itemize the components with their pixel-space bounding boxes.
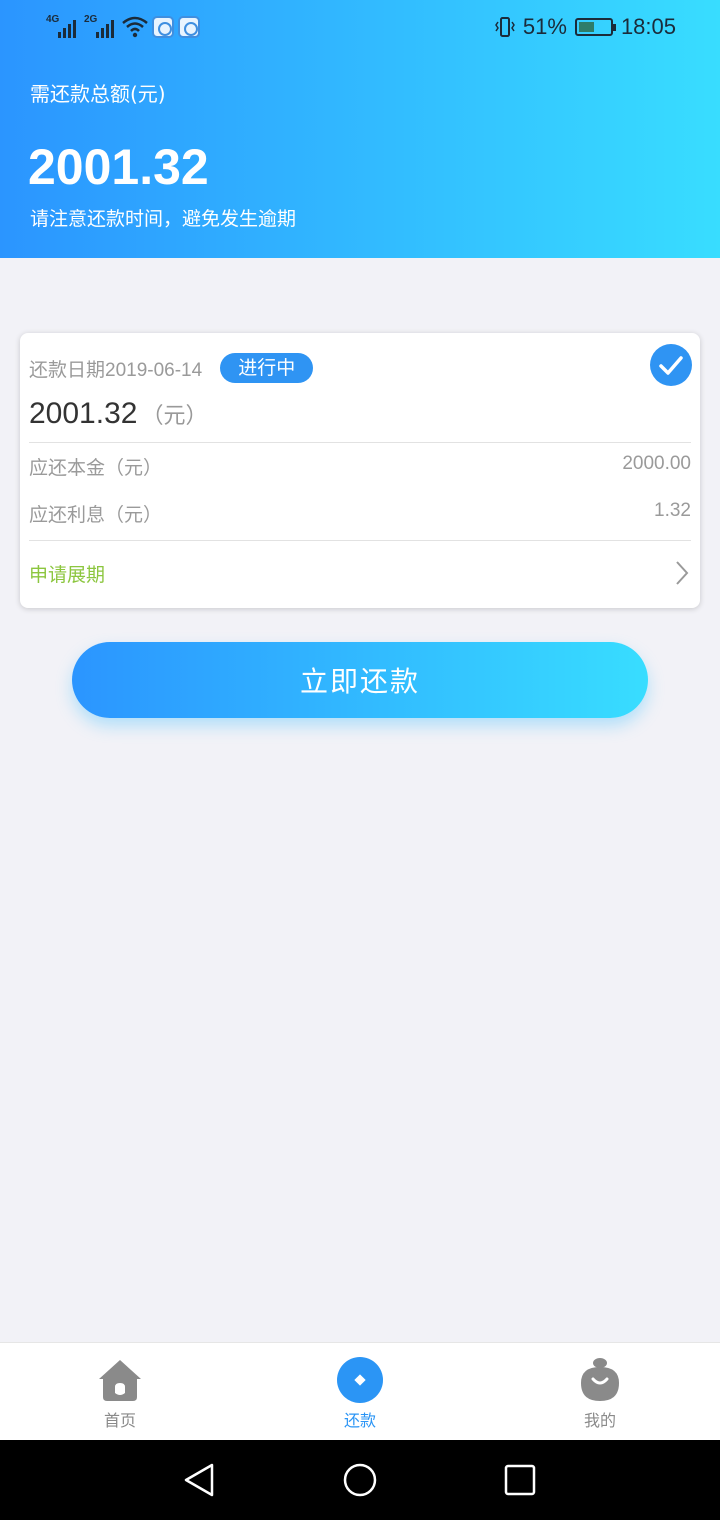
interest-row: 应还利息（元） 1.32 [29,500,691,527]
bottom-tab-bar: 首页 还款 我的 [0,1342,720,1440]
tab-home-label: 首页 [103,1411,136,1430]
clock: 18:05 [620,14,676,39]
tab-mine[interactable]: 我的 [540,1343,660,1441]
total-due-label: 需还款总额(元) [30,82,166,106]
check-icon[interactable] [650,344,692,386]
divider [29,540,691,541]
repay-icon [337,1357,383,1403]
repayment-card: 还款日期2019-06-14 进行中 2001.32 （元） 应还本金（元） 2… [20,333,700,608]
due-date-row: 还款日期2019-06-14 进行中 [29,353,314,383]
chevron-right-icon [676,561,689,585]
due-notice: 请注意还款时间，避免发生逾期 [30,208,297,230]
app-notification-icon [152,16,174,38]
system-nav-bar [0,1440,720,1520]
tab-repay[interactable]: 还款 [300,1343,420,1441]
home-button-icon[interactable] [340,1460,380,1500]
wifi-icon [122,16,148,38]
tab-home[interactable]: 首页 [60,1343,180,1441]
app-notification-icon-2 [178,16,200,38]
header: 4G 2G 51% 18:05 需还款总额(元) 2001.32 请注意还款时间… [0,0,720,258]
vibrate-icon [494,17,515,37]
status-left: 4G 2G [46,14,200,40]
status-bar: 4G 2G 51% 18:05 [0,0,720,58]
apply-extension-label: 申请展期 [29,563,106,586]
profile-icon [581,1358,619,1401]
principal-label: 应还本金（元） [29,457,163,479]
home-icon [99,1360,141,1401]
battery-icon [574,18,616,36]
cell-signal-icon-2: 2G [84,14,118,40]
tab-mine-label: 我的 [583,1411,616,1430]
divider [29,442,691,443]
principal-value: 2000.00 [622,453,691,474]
card-amount-unit: （元） [141,404,208,429]
recent-apps-icon[interactable] [500,1460,540,1500]
card-amount-value: 2001.32 [29,397,138,430]
status-right: 51% 18:05 [494,14,676,40]
principal-row: 应还本金（元） 2000.00 [29,453,691,480]
cell-signal-icon: 4G [46,14,80,40]
card-amount: 2001.32 （元） [29,397,207,431]
repay-now-button[interactable]: 立即还款 [72,642,648,718]
tab-repay-label: 还款 [343,1411,376,1430]
interest-value: 1.32 [654,500,691,521]
due-date: 还款日期2019-06-14 [29,359,203,381]
back-icon[interactable] [180,1460,220,1500]
interest-label: 应还利息（元） [29,504,163,526]
total-due-amount: 2001.32 [28,139,209,195]
apply-extension-row[interactable]: 申请展期 [29,559,691,587]
status-badge: 进行中 [220,353,314,383]
battery-percent: 51% [522,14,567,39]
